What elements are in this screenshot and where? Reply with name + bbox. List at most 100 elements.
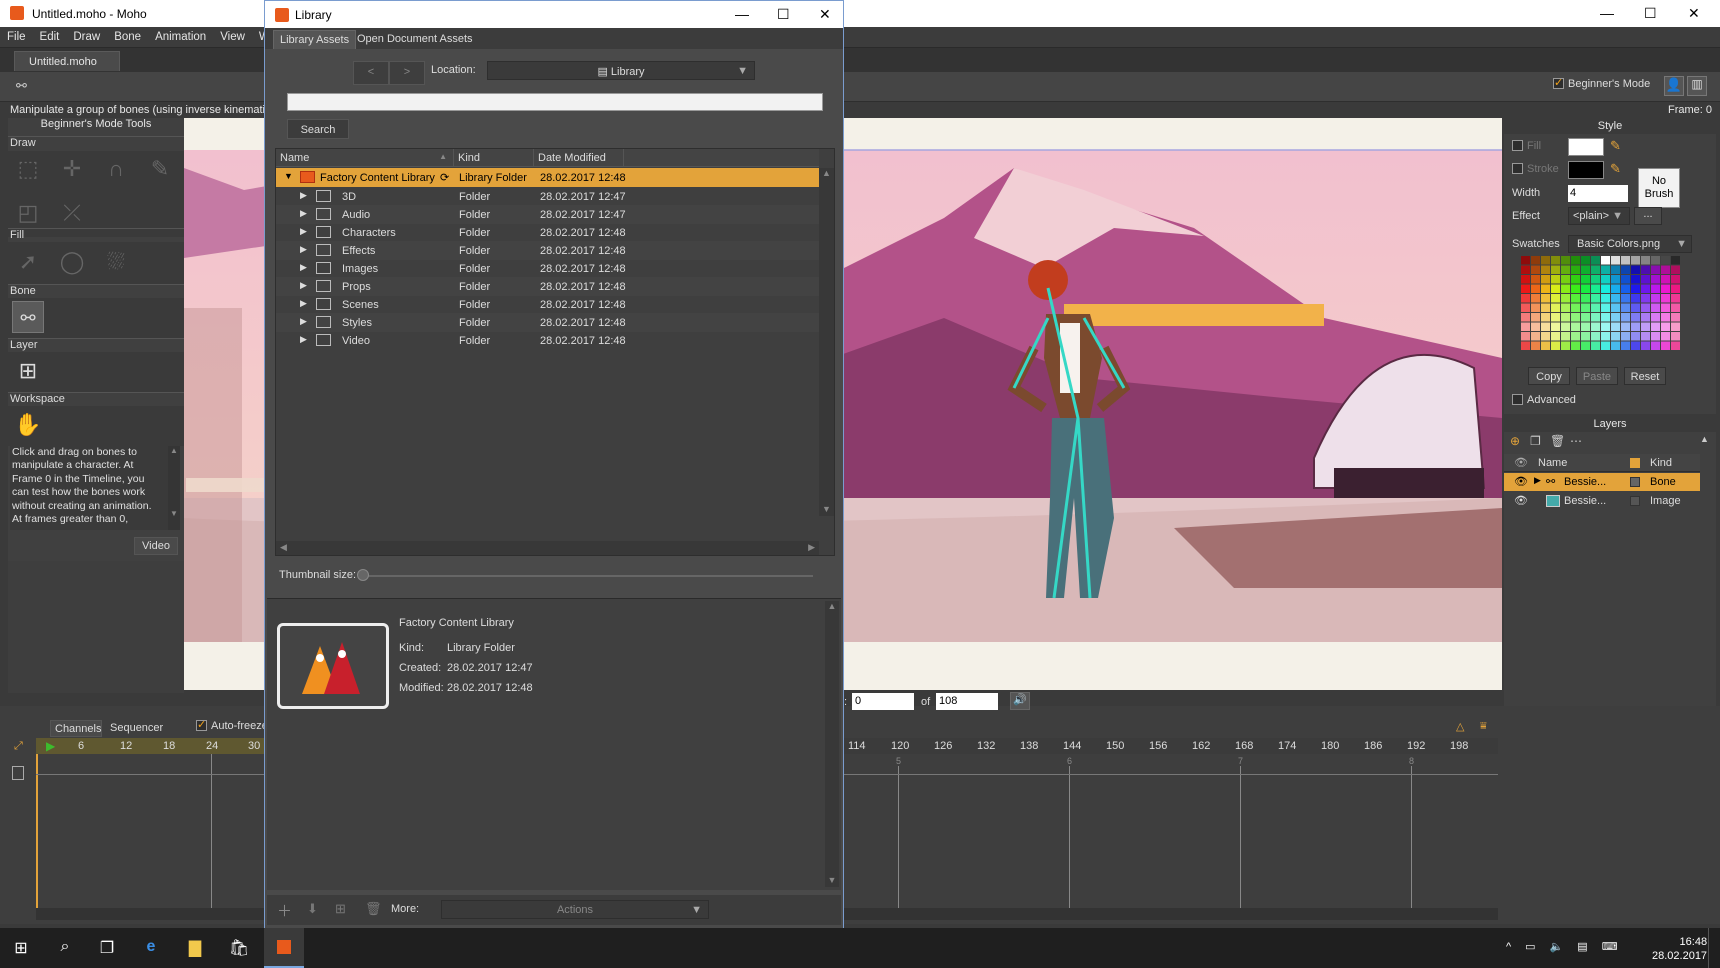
help-scrollbar[interactable]: ▲ ▼ [168,446,180,530]
detail-vscrollbar[interactable]: ▲ ▼ [825,601,839,887]
duplicate-layer-icon[interactable]: ❐ [1530,434,1541,448]
color-swatch[interactable] [1641,294,1650,303]
color-swatch[interactable] [1631,332,1640,341]
color-swatch[interactable] [1561,303,1570,313]
autofreeze-toggle[interactable]: Auto-freeze [196,718,268,732]
new-folder-icon[interactable]: ⊞ [335,901,346,917]
swatch-palette[interactable] [1521,256,1683,352]
keyboard-icon[interactable]: ⌨ [1602,941,1632,953]
forward-button[interactable]: > [389,61,425,85]
edge-browser-icon[interactable]: e [140,938,162,960]
color-swatch[interactable] [1531,294,1540,303]
select-points-icon[interactable]: ⬚ [12,153,44,185]
color-swatch[interactable] [1551,303,1560,313]
tab-channels[interactable]: Channels [50,720,102,737]
more-options-icon[interactable]: ⋯ [1570,434,1582,448]
color-swatch[interactable] [1581,341,1590,351]
moho-taskbar-button[interactable] [264,928,304,968]
color-swatch[interactable] [1581,284,1590,294]
color-swatch[interactable] [1641,265,1650,275]
color-swatch[interactable] [1641,256,1650,265]
color-swatch[interactable] [1641,341,1650,351]
color-swatch[interactable] [1651,313,1660,322]
color-swatch[interactable] [1631,275,1640,284]
color-swatch[interactable] [1521,265,1530,275]
color-swatch[interactable] [1611,275,1620,284]
expand-arrow-icon[interactable]: ▶ [300,280,307,291]
color-swatch[interactable] [1561,332,1570,341]
color-swatch[interactable] [1601,294,1610,303]
chevron-down-icon[interactable]: ▼ [284,171,293,181]
expand-arrow-icon[interactable]: ▶ [300,226,307,237]
collapse-icon[interactable]: ▲ [1700,434,1709,444]
color-swatch[interactable] [1631,322,1640,332]
color-swatch[interactable] [1571,294,1580,303]
location-dropdown[interactable]: ▤ Library ▼ [487,61,755,80]
color-swatch[interactable] [1581,265,1590,275]
color-swatch[interactable] [1521,284,1530,294]
copy-style-button[interactable]: Copy [1528,367,1570,385]
color-swatch[interactable] [1631,313,1640,322]
color-swatch[interactable] [1641,275,1650,284]
search-input[interactable] [287,93,823,111]
delete-edge-icon[interactable]: ⤫ [56,197,88,229]
color-swatch[interactable] [1611,294,1620,303]
color-swatch[interactable] [1631,294,1640,303]
color-swatch[interactable] [1651,284,1660,294]
freehand-icon[interactable]: ✎ [144,153,176,185]
back-button[interactable]: < [353,61,389,85]
menu-edit[interactable]: Edit [33,27,67,43]
fill-toggle[interactable]: Fill [1512,140,1541,152]
color-swatch[interactable] [1651,341,1660,351]
color-swatch[interactable] [1671,322,1680,332]
color-swatch[interactable] [1661,332,1670,341]
color-swatch[interactable] [1661,265,1670,275]
volume-icon[interactable]: 🔈 [1550,941,1578,953]
color-swatch[interactable] [1541,313,1550,322]
add-icon[interactable]: ＋ [277,900,292,921]
eye-icon[interactable]: 👁 [1514,494,1528,507]
color-swatch[interactable] [1531,341,1540,351]
color-swatch[interactable] [1531,332,1540,341]
color-swatch[interactable] [1661,275,1670,284]
search-button[interactable]: Search [287,119,349,139]
color-swatch[interactable] [1521,303,1530,313]
color-swatch[interactable] [1541,322,1550,332]
color-swatch[interactable] [1581,313,1590,322]
effect-more-button[interactable]: ... [1634,207,1662,225]
list-item[interactable]: ▶ Props Folder 28.02.2017 12:48 [276,277,819,296]
current-frame-input[interactable]: 0 [852,693,914,710]
list-vscrollbar[interactable]: ▲ ▼ [819,168,834,516]
curvature-icon[interactable]: ∩ [100,153,132,185]
close-icon[interactable]: ✕ [1688,5,1700,22]
color-swatch[interactable] [1581,275,1590,284]
color-swatch[interactable] [1661,256,1670,265]
close-icon[interactable]: ✕ [819,6,831,23]
advanced-checkbox[interactable] [1512,394,1523,405]
color-swatch[interactable] [1581,332,1590,341]
color-swatch[interactable] [1601,313,1610,322]
color-swatch[interactable] [1541,341,1550,351]
width-input[interactable]: 4 [1568,185,1628,202]
manipulate-bones-icon[interactable]: ⚯ [12,301,44,333]
expand-arrow-icon[interactable]: ▶ [300,334,307,345]
color-swatch[interactable] [1521,313,1530,322]
color-swatch[interactable] [1591,322,1600,332]
color-swatch[interactable] [1521,275,1530,284]
color-swatch[interactable] [1591,284,1600,294]
color-swatch[interactable] [1581,294,1590,303]
search-icon[interactable]: ⌕ [54,938,76,960]
color-swatch[interactable] [1581,256,1590,265]
color-swatch[interactable] [1631,341,1640,351]
effect-dropdown[interactable]: <plain> ▼ [1568,207,1630,225]
list-item-root[interactable]: ▼ Factory Content Library ⟳ Library Fold… [276,168,819,187]
color-swatch[interactable] [1671,275,1680,284]
create-shape-icon[interactable]: ◯ [56,246,88,278]
expand-arrow-icon[interactable]: ▶ [300,244,307,255]
color-swatch[interactable] [1561,322,1570,332]
color-swatch[interactable] [1561,313,1570,322]
color-swatch[interactable] [1631,256,1640,265]
color-swatch[interactable] [1521,332,1530,341]
color-swatch[interactable] [1541,294,1550,303]
minimize-icon[interactable]: — [1600,5,1614,21]
